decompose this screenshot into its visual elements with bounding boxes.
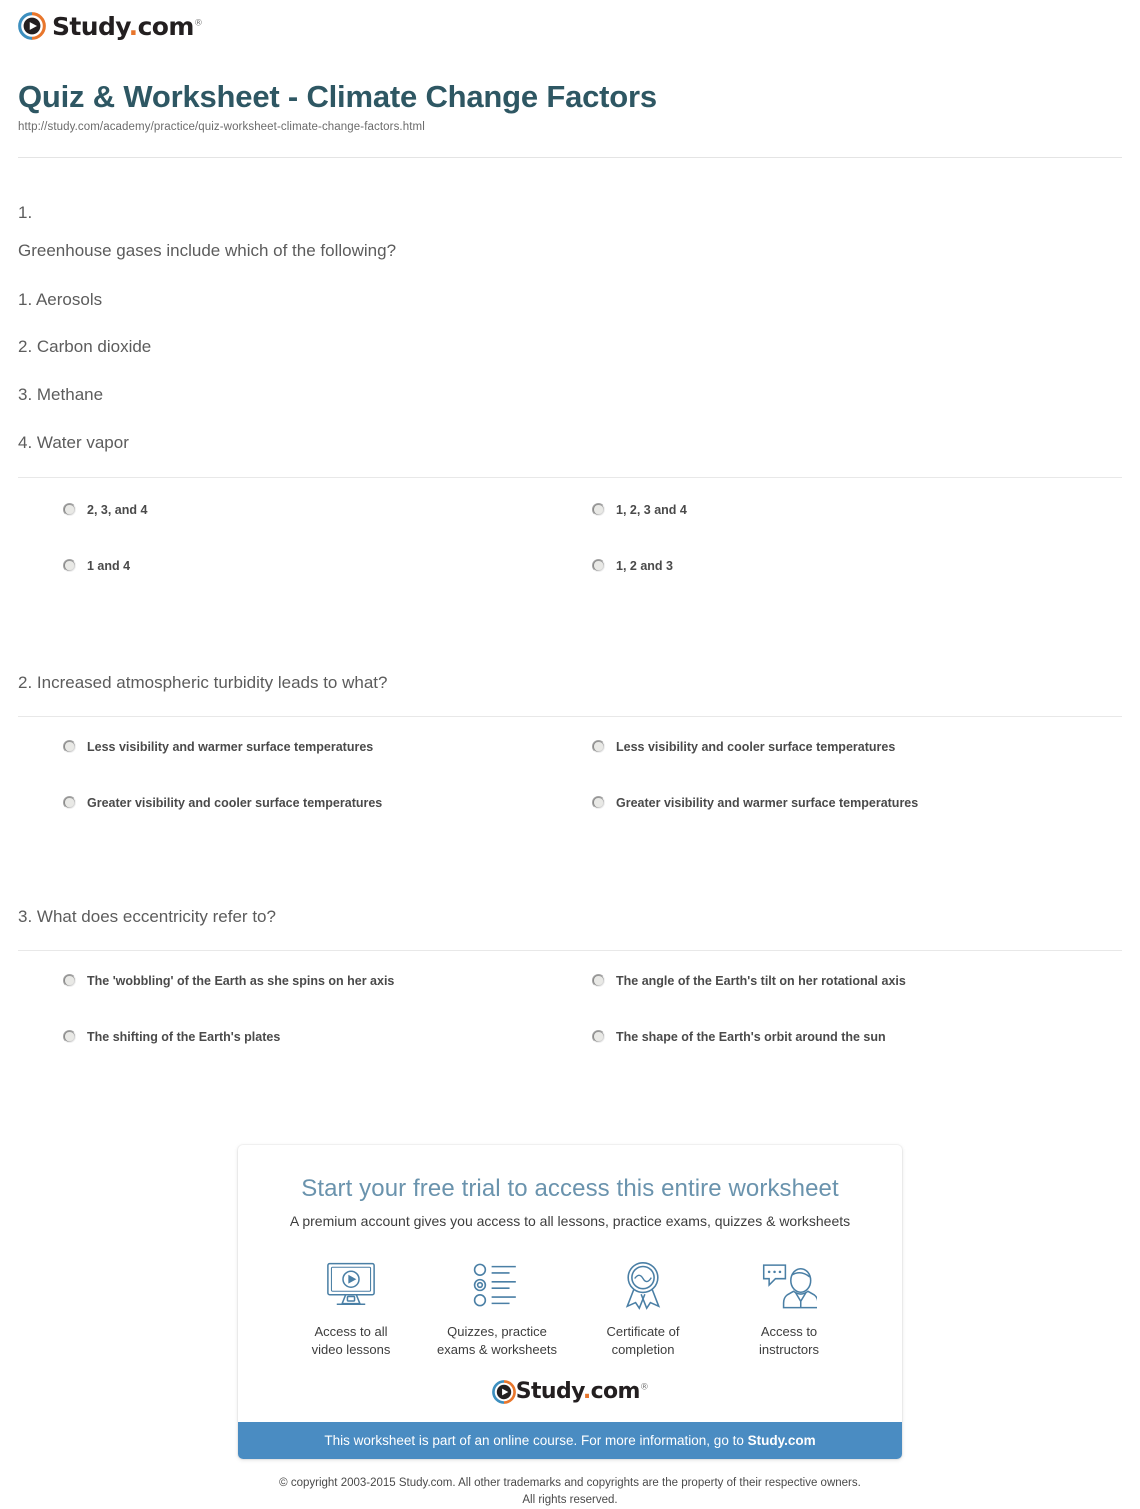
play-circle-icon [491, 1380, 516, 1405]
question-3-option-1[interactable]: The 'wobbling' of the Earth as she spins… [63, 973, 593, 1029]
promo-headline: Start your free trial to access this ent… [301, 1175, 839, 1203]
page-url: http://study.com/academy/practice/quiz-w… [18, 120, 425, 133]
radio-button-icon[interactable] [63, 796, 76, 810]
logo-text-com: com [137, 11, 195, 41]
question-1: 1. Greenhouse gases include which of the… [18, 158, 1122, 615]
question-2-option-4[interactable]: Greater visibility and warmer surface te… [592, 795, 1122, 851]
free-trial-promo-card: Start your free trial to access this ent… [238, 1145, 902, 1460]
page-title: Quiz & Worksheet - Climate Change Factor… [18, 79, 657, 114]
copyright-line-2: All rights reserved. [522, 1493, 618, 1506]
question-3-option-3[interactable]: The shifting of the Earth's plates [63, 1029, 593, 1085]
question-2-option-1[interactable]: Less visibility and warmer surface tempe… [63, 739, 593, 795]
logo-text-study: Study [515, 1379, 584, 1405]
logo-trademark: ® [193, 18, 203, 29]
radio-button-icon[interactable] [63, 1030, 76, 1044]
promo-card-wrapper: Start your free trial to access this ent… [0, 1145, 1140, 1460]
question-3-text: 3. What does eccentricity refer to? [18, 907, 276, 927]
question-2-option-2[interactable]: Less visibility and cooler surface tempe… [592, 739, 1122, 795]
option-label: Greater visibility and warmer surface te… [616, 796, 919, 811]
play-circle-icon [18, 12, 46, 40]
logo-text-study: Study [52, 11, 129, 41]
instructor-chat-icon [716, 1257, 862, 1313]
feature-instructors: Access to instructors [716, 1257, 862, 1358]
radio-button-icon[interactable] [63, 559, 76, 573]
questions-container: 1. Greenhouse gases include which of the… [0, 158, 1140, 1086]
question-1-item-4: 4. Water vapor [18, 433, 129, 453]
question-2-options: Less visibility and warmer surface tempe… [18, 717, 1122, 851]
question-1-item-3: 3. Methane [18, 385, 104, 405]
top-logo-bar: Study.com® [0, 0, 1140, 45]
question-1-option-2[interactable]: 1, 2, 3 and 4 [592, 502, 1122, 558]
study-com-logo[interactable]: Study.com® [18, 11, 203, 41]
option-label: 2, 3, and 4 [87, 503, 148, 518]
promo-bottom-bar: This worksheet is part of an online cour… [238, 1422, 902, 1460]
promo-bar-text: This worksheet is part of an online cour… [324, 1433, 748, 1449]
question-3-option-4[interactable]: The shape of the Earth's orbit around th… [592, 1029, 1122, 1085]
option-label: 1, 2, 3 and 4 [616, 503, 687, 518]
copyright-line-1: © copyright 2003-2015 Study.com. All oth… [279, 1477, 861, 1490]
feature-quizzes: Quizzes, practice exams & worksheets [424, 1257, 570, 1358]
logo-text-dot: . [582, 1379, 591, 1405]
promo-study-com-logo[interactable]: Study.com® [238, 1358, 902, 1422]
option-label: The 'wobbling' of the Earth as she spins… [87, 974, 395, 989]
question-1-item-2: 2. Carbon dioxide [18, 337, 152, 357]
option-label: The shape of the Earth's orbit around th… [616, 1030, 886, 1045]
radio-button-icon[interactable] [63, 503, 76, 517]
monitor-play-icon [278, 1257, 424, 1313]
option-label: The shifting of the Earth's plates [87, 1030, 281, 1045]
radio-button-icon[interactable] [63, 740, 76, 754]
radio-button-icon[interactable] [592, 503, 605, 517]
radio-button-icon[interactable] [592, 740, 605, 754]
question-1-prompt-block: 1. Greenhouse gases include which of the… [18, 158, 1122, 456]
question-2-option-3[interactable]: Greater visibility and cooler surface te… [63, 795, 593, 851]
option-label: Greater visibility and cooler surface te… [87, 796, 383, 811]
title-block: Quiz & Worksheet - Climate Change Factor… [0, 45, 1140, 133]
logo-wordmark: Study.com® [52, 11, 203, 41]
promo-subtitle: A premium account gives you access to al… [289, 1213, 851, 1230]
radio-button-icon[interactable] [63, 974, 76, 988]
promo-features: Access to all video lessons Quizzes, pra… [238, 1229, 902, 1358]
question-2-text: 2. Increased atmospheric turbidity leads… [18, 673, 388, 693]
radio-button-icon[interactable] [592, 559, 605, 573]
question-3-options: The 'wobbling' of the Earth as she spins… [18, 951, 1122, 1085]
feature-video-lessons: Access to all video lessons [278, 1257, 424, 1358]
option-label: The angle of the Earth's tilt on her rot… [616, 974, 906, 989]
feature-label: Quizzes, practice exams & worksheets [437, 1324, 557, 1357]
feature-label: Access to instructors [759, 1324, 819, 1357]
logo-wordmark: Study.com® [516, 1381, 649, 1403]
copyright-footer: © copyright 2003-2015 Study.com. All oth… [0, 1475, 1140, 1508]
logo-text-dot: . [128, 11, 139, 41]
question-1-option-4[interactable]: 1, 2 and 3 [592, 558, 1122, 614]
radio-button-icon[interactable] [592, 796, 605, 810]
question-1-number: 1. [18, 202, 33, 222]
award-ribbon-icon [570, 1257, 716, 1313]
logo-text-com: com [590, 1379, 641, 1405]
question-1-option-1[interactable]: 2, 3, and 4 [63, 502, 593, 558]
feature-label: Access to all video lessons [311, 1324, 391, 1357]
promo-bar-link[interactable]: Study.com [748, 1433, 816, 1448]
feature-label: Certificate of completion [606, 1324, 680, 1357]
question-1-item-1: 1. Aerosols [18, 289, 103, 309]
question-3: 3. What does eccentricity refer to? The … [18, 851, 1122, 1085]
option-label: Less visibility and cooler surface tempe… [616, 740, 896, 755]
question-3-option-2[interactable]: The angle of the Earth's tilt on her rot… [592, 973, 1122, 1029]
option-label: 1, 2 and 3 [616, 559, 673, 574]
logo-trademark: ® [639, 1382, 649, 1393]
radio-button-icon[interactable] [592, 1030, 605, 1044]
question-2: 2. Increased atmospheric turbidity leads… [18, 614, 1122, 851]
question-1-option-3[interactable]: 1 and 4 [63, 558, 593, 614]
worksheet-page: Study.com® Quiz & Worksheet - Climate Ch… [0, 0, 1140, 1506]
option-label: Less visibility and warmer surface tempe… [87, 740, 374, 755]
question-1-options: 2, 3, and 4 1, 2, 3 and 4 1 and 4 1, 2 a… [18, 478, 1122, 614]
question-1-text: Greenhouse gases include which of the fo… [18, 240, 397, 260]
checklist-icon [424, 1257, 570, 1313]
feature-certificate: Certificate of completion [570, 1257, 716, 1358]
radio-button-icon[interactable] [592, 974, 605, 988]
option-label: 1 and 4 [87, 559, 131, 574]
